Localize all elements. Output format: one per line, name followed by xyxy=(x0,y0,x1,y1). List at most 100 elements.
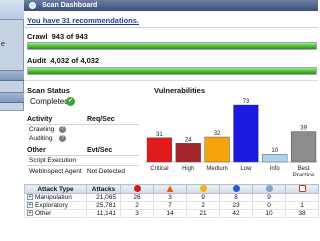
other-header: Other xyxy=(27,147,46,154)
scan-state: Completed xyxy=(30,97,69,106)
dashboard-icon xyxy=(29,2,36,9)
bar-info[interactable] xyxy=(262,153,288,163)
attack-type-cell: + Other xyxy=(24,209,87,218)
col-attacks[interactable]: Attacks xyxy=(86,184,121,194)
data-label: 10 xyxy=(271,148,278,154)
best-practice-cell xyxy=(285,193,319,202)
evt-sec-header: Evt/Sec xyxy=(87,147,113,154)
agent-value: Not Detected xyxy=(87,168,125,175)
divider xyxy=(27,165,139,166)
sidebar-panel xyxy=(0,110,24,241)
high-cell: 7 xyxy=(153,201,187,210)
audit-progress-bar xyxy=(27,67,317,75)
col-info[interactable] xyxy=(252,184,286,194)
crawl-progress-bar xyxy=(27,42,317,50)
table-row[interactable]: + Other 11,141 3 14 21 42 10 38 xyxy=(24,209,319,218)
scan-status-heading: Scan Status xyxy=(27,86,70,95)
activity-header: Activity xyxy=(27,116,53,123)
low-cell: 23 xyxy=(219,201,253,210)
tick-label: Best xyxy=(298,166,310,172)
medium-cell: 2 xyxy=(186,201,220,210)
info-cell: 9 xyxy=(252,193,286,202)
attack-type-cell: + Exploratory xyxy=(24,201,87,210)
low-cell: 8 xyxy=(219,193,253,202)
medium-cell: 21 xyxy=(186,209,220,218)
best-practice-cell: 1 xyxy=(285,201,319,210)
bar-medium[interactable] xyxy=(204,136,230,163)
bar-low[interactable] xyxy=(233,104,259,163)
col-low[interactable] xyxy=(219,184,253,194)
attack-type-name: Other xyxy=(35,210,52,217)
crawl-progress-fill xyxy=(28,43,316,49)
sidebar-nav-button[interactable] xyxy=(0,92,24,103)
audit-progress-fill xyxy=(28,68,316,74)
data-label: 31 xyxy=(156,132,163,138)
dashboard-title-bar: Scan Dashboard xyxy=(24,0,318,11)
tick-label: Practice xyxy=(293,173,315,176)
divider xyxy=(24,80,318,81)
info-icon xyxy=(232,185,240,193)
sidebar-header xyxy=(0,0,24,20)
check-icon xyxy=(298,185,306,193)
attack-table-header: Attack Type Attacks xyxy=(24,184,319,194)
medium-cell: 9 xyxy=(186,193,220,202)
divider xyxy=(27,155,139,156)
info-cell: 10 xyxy=(252,209,286,218)
high-cell: 14 xyxy=(153,209,187,218)
audit-label: Audit xyxy=(27,56,47,65)
bar-high[interactable] xyxy=(175,143,201,163)
recommendations-link[interactable]: You have 31 recommendations. xyxy=(27,16,139,25)
best-practice-cell: 38 xyxy=(285,209,319,218)
critical-cell: 3 xyxy=(120,209,154,218)
col-attack-type[interactable]: Attack Type xyxy=(24,184,87,194)
sidebar-text: e xyxy=(1,41,5,48)
attack-type-name: Manipulation xyxy=(35,194,72,201)
help-icon[interactable]: ? xyxy=(59,135,66,142)
attacks-cell: 11,141 xyxy=(86,209,121,218)
data-label: 39 xyxy=(300,126,307,132)
req-sec-header: Req/Sec xyxy=(87,116,115,123)
crawl-value: 943 of 943 xyxy=(51,32,88,41)
vulnerabilities-chart: 31 Critical 24 High 32 Medium 73 Low 10 Info 39 Bes… xyxy=(145,99,318,176)
data-label: 32 xyxy=(214,131,221,137)
high-cell: 3 xyxy=(153,193,187,202)
scan-status-panel: Scan Status Completed ✔ xyxy=(27,86,141,106)
col-high[interactable] xyxy=(153,184,187,194)
left-sidebar: e xyxy=(0,0,24,241)
other-script-execution: Script Execution xyxy=(29,157,76,164)
divider xyxy=(27,124,139,125)
expand-icon[interactable]: + xyxy=(27,202,33,209)
bar-best-practice[interactable] xyxy=(290,131,317,163)
tick-label: High xyxy=(182,166,194,172)
bar-critical[interactable] xyxy=(146,137,173,163)
low-cell: 42 xyxy=(219,209,253,218)
scan-dashboard: Scan Dashboard You have 31 recommendatio… xyxy=(24,0,319,241)
question-icon xyxy=(265,185,273,193)
agent-label: WebInspect Agent xyxy=(29,168,82,175)
critical-cell: 26 xyxy=(120,193,154,202)
data-label: 73 xyxy=(243,99,250,105)
tick-label: Critical xyxy=(150,166,168,172)
col-critical[interactable] xyxy=(120,184,154,194)
sidebar-nav-button[interactable] xyxy=(0,70,24,81)
critical-icon xyxy=(133,185,141,193)
audit-value: 4,032 of 4,032 xyxy=(50,56,100,65)
data-label: 24 xyxy=(185,137,192,143)
expand-icon[interactable]: + xyxy=(27,194,33,201)
col-best-practice[interactable] xyxy=(285,184,319,194)
table-row[interactable]: + Exploratory 25,781 2 7 2 23 0 1 xyxy=(24,201,319,210)
attacks-cell: 21,065 xyxy=(86,193,121,202)
attacks-cell: 25,781 xyxy=(86,201,121,210)
tick-label: Medium xyxy=(206,166,227,172)
crawl-status: Crawl 943 of 943 xyxy=(27,32,88,41)
attack-table: Attack Type Attacks + Manipulation 21,065… xyxy=(24,184,319,218)
expand-icon[interactable]: + xyxy=(27,210,33,217)
crawl-label: Crawl xyxy=(27,32,48,41)
dashboard-title: Scan Dashboard xyxy=(42,2,98,9)
table-row[interactable]: + Manipulation 21,065 26 3 9 8 9 xyxy=(24,193,319,202)
activity-auditing: Auditing xyxy=(29,135,53,142)
help-icon[interactable]: ? xyxy=(59,126,66,133)
info-cell: 0 xyxy=(252,201,286,210)
col-medium[interactable] xyxy=(186,184,220,194)
critical-cell: 2 xyxy=(120,201,154,210)
